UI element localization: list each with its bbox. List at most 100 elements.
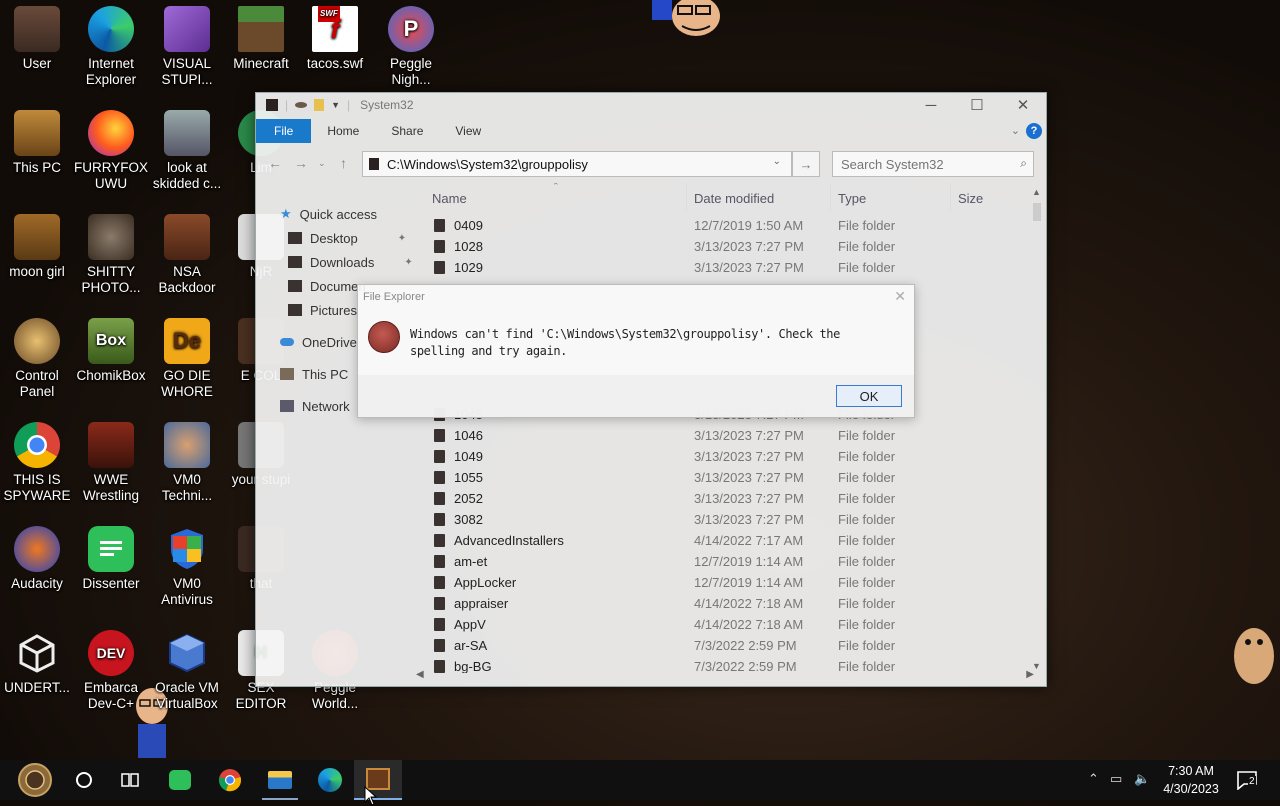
file-row[interactable]: am-et 12/7/2019 1:14 AM File folder (426, 551, 1026, 572)
tab-share[interactable]: Share (375, 119, 439, 143)
search-box[interactable]: ⌕ (832, 151, 1034, 177)
action-center-button[interactable]: 2 (1232, 768, 1266, 794)
scroll-up-arrow-icon[interactable]: ▲ (1032, 187, 1041, 197)
forward-arrow-icon[interactable]: → (294, 155, 308, 171)
file-row[interactable]: ar-SA 7/3/2022 2:59 PM File folder (426, 635, 1026, 656)
desktop-icon-internet-explorer[interactable]: Internet Explorer (74, 6, 148, 88)
maximize-button[interactable]: ☐ (954, 93, 1000, 117)
scrollbar-thumb[interactable] (1033, 203, 1041, 221)
chevron-down-icon[interactable]: ▼ (331, 100, 340, 110)
desktop-icon-visual-studio[interactable]: VISUAL STUPI... (150, 6, 224, 88)
help-icon[interactable]: ? (1026, 123, 1042, 139)
desktop-icon-this-pc[interactable]: This PC (0, 110, 74, 176)
nav-downloads[interactable]: Downloads ✦ (288, 251, 413, 273)
nav-onedrive[interactable]: OneDrive (280, 331, 357, 353)
desktop-icon-wwe[interactable]: WWE Wrestling (74, 422, 148, 504)
desktop-icon-undertale[interactable]: UNDERT... (0, 630, 74, 696)
desktop-icon-chomikbox[interactable]: Box ChomikBox (74, 318, 148, 384)
volume-muted-icon[interactable]: 🔈 (1134, 772, 1150, 787)
file-row[interactable]: AppLocker 12/7/2019 1:14 AM File folder (426, 572, 1026, 593)
back-arrow-icon[interactable]: ← (268, 155, 282, 171)
expand-ribbon-icon[interactable]: ⌄ (1011, 124, 1020, 137)
nav-documents[interactable]: Documen (288, 275, 366, 297)
nav-network[interactable]: Network (280, 395, 350, 417)
column-divider[interactable] (950, 183, 951, 211)
desktop-icon-go-die[interactable]: De GO DIE WHORE (150, 318, 224, 400)
file-row[interactable]: 2052 3/13/2023 7:27 PM File folder (426, 488, 1026, 509)
desktop-icon-tacos-swf[interactable]: SWF f tacos.swf (298, 6, 372, 72)
pin-icon[interactable]: ✦ (398, 233, 406, 244)
title-bar[interactable]: | ▼ | System32 ─ ☐ ✕ (256, 93, 1046, 117)
task-view-button[interactable] (106, 760, 154, 800)
tab-view[interactable]: View (439, 119, 497, 143)
taskbar-app-active[interactable] (354, 760, 402, 800)
scroll-right-arrow-icon[interactable]: ▶ (1026, 669, 1034, 680)
nav-quick-access[interactable]: ★ Quick access (280, 203, 377, 225)
column-header-size[interactable]: Size (958, 191, 983, 206)
desktop-icon-nsa-backdoor[interactable]: NSA Backdoor (150, 214, 224, 296)
close-icon[interactable]: ✕ (894, 288, 906, 305)
file-row[interactable]: 1046 3/13/2023 7:27 PM File folder (426, 425, 1026, 446)
new-folder-icon[interactable] (314, 99, 325, 111)
nav-desktop[interactable]: Desktop ✦ (288, 227, 406, 249)
close-button[interactable]: ✕ (1000, 93, 1046, 117)
desktop-icon-vm0-techni[interactable]: VM0 Techni... (150, 422, 224, 504)
nav-this-pc[interactable]: This PC (280, 363, 348, 385)
file-row[interactable]: 3082 3/13/2023 7:27 PM File folder (426, 509, 1026, 530)
search-input[interactable] (833, 152, 1013, 176)
desktop-icon-devcpp[interactable]: DEV Embarca Dev-C+ (74, 630, 148, 712)
desktop-icon-vm0-antivirus[interactable]: VM0 Antivirus (150, 526, 224, 608)
desktop-icon-chrome[interactable]: THIS IS SPYWARE (0, 422, 74, 504)
column-header-name[interactable]: Name (432, 191, 467, 206)
tab-file[interactable]: File (256, 119, 312, 143)
nav-pictures[interactable]: Pictures (288, 299, 357, 321)
taskbar-chrome[interactable] (206, 760, 254, 800)
file-row[interactable]: 1028 3/13/2023 7:27 PM File folder (426, 236, 1026, 257)
desktop-icon-label: SHITTY PHOTO... (81, 264, 141, 295)
chevron-up-icon[interactable]: ⌃ (1088, 772, 1099, 787)
desktop-icon-peggle-nights[interactable]: P Peggle Nigh... (374, 6, 448, 88)
address-bar[interactable]: C:\Windows\System32\grouppolisy ⌄ (362, 151, 792, 177)
desktop-icon-dissenter[interactable]: Dissenter (74, 526, 148, 592)
desktop-icon-audacity[interactable]: Audacity (0, 526, 74, 592)
desktop-icon-virtualbox[interactable]: Oracle VM VirtualBox (150, 630, 224, 712)
pin-icon[interactable]: ✦ (404, 257, 412, 268)
tab-home[interactable]: Home (311, 119, 375, 143)
desktop-icon-shitty-photo[interactable]: SHITTY PHOTO... (74, 214, 148, 296)
desktop-icon-control-panel[interactable]: Control Panel (0, 318, 74, 400)
vertical-scrollbar[interactable]: ▲ ▼ (1030, 187, 1044, 671)
column-divider[interactable] (830, 183, 831, 211)
file-row[interactable]: AppV 4/14/2022 7:18 AM File folder (426, 614, 1026, 635)
taskbar-file-explorer[interactable] (256, 760, 304, 800)
taskbar-edge[interactable] (306, 760, 354, 800)
file-row[interactable]: AdvancedInstallers 4/14/2022 7:17 AM File … (426, 530, 1026, 551)
taskbar-dissenter[interactable] (156, 760, 204, 800)
file-row[interactable]: 1029 3/13/2023 7:27 PM File folder (426, 257, 1026, 278)
desktop-icon-skidded[interactable]: look at skidded c... (150, 110, 224, 192)
shield-icon (164, 526, 210, 572)
desktop-icon-moon-girl[interactable]: moon girl (0, 214, 74, 280)
desktop-icon-furryfox[interactable]: FURRYFOX UWU (74, 110, 148, 192)
clock[interactable]: 7:30 AM 4/30/2023 (1158, 762, 1224, 798)
column-divider[interactable] (686, 183, 687, 211)
go-button[interactable]: → (792, 151, 820, 177)
scroll-left-arrow-icon[interactable]: ◀ (416, 669, 424, 680)
recent-locations-icon[interactable]: ⌄ (318, 158, 326, 169)
file-row[interactable]: appraiser 4/14/2022 7:18 AM File folder (426, 593, 1026, 614)
properties-icon[interactable] (295, 102, 308, 108)
column-header-date[interactable]: Date modified (694, 191, 774, 206)
up-arrow-icon[interactable]: ↑ (340, 155, 347, 171)
column-header-type[interactable]: Type (838, 191, 866, 206)
network-icon[interactable]: ▭ (1110, 772, 1122, 787)
file-row[interactable]: 1049 3/13/2023 7:27 PM File folder (426, 446, 1026, 467)
desktop-icon-user[interactable]: User (0, 6, 74, 72)
horizontal-scrollbar[interactable]: ◀ ▶ (416, 669, 1034, 683)
desktop-icon-minecraft[interactable]: Minecraft (224, 6, 298, 72)
start-button[interactable] (10, 760, 60, 800)
file-row[interactable]: 0409 12/7/2019 1:50 AM File folder (426, 215, 1026, 236)
file-row[interactable]: 1055 3/13/2023 7:27 PM File folder (426, 467, 1026, 488)
chevron-down-icon[interactable]: ⌄ (773, 156, 781, 167)
search-button[interactable] (60, 760, 108, 800)
ok-button[interactable]: OK (836, 385, 902, 407)
minimize-button[interactable]: ─ (908, 93, 954, 117)
